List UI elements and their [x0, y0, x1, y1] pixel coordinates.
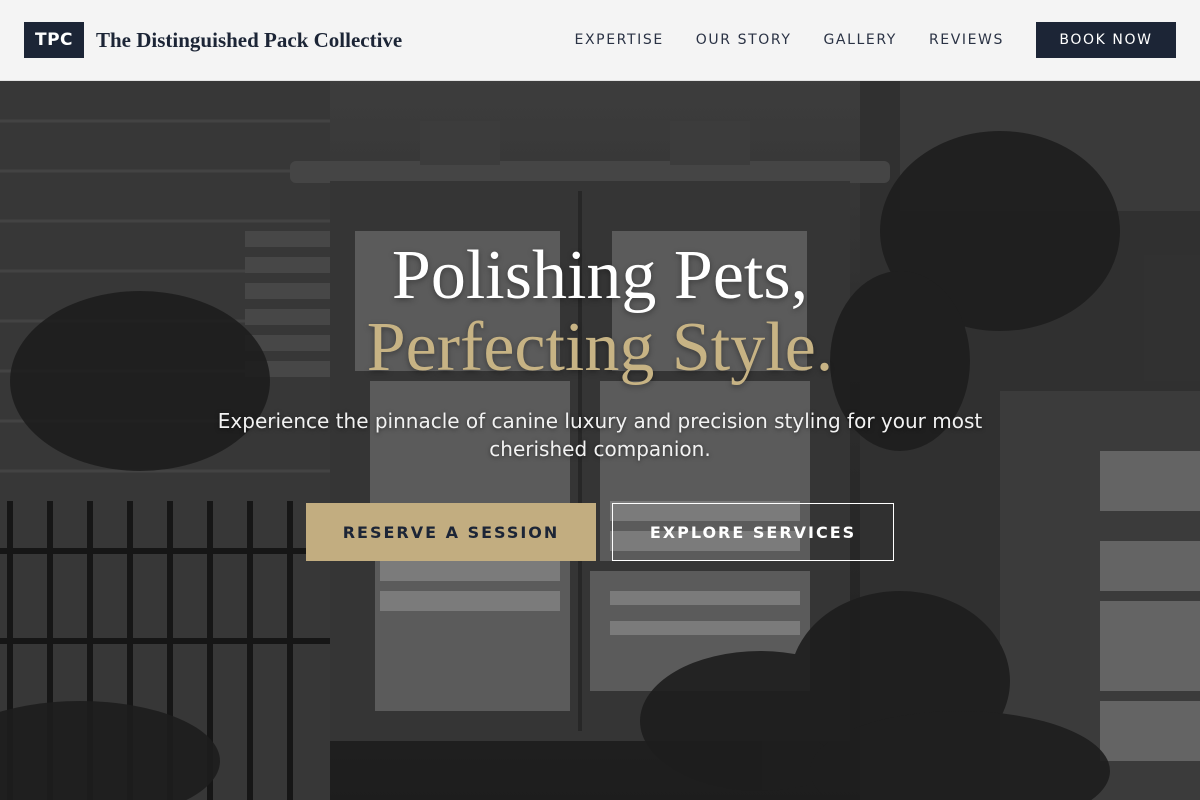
hero-subtitle: Experience the pinnacle of canine luxury… [217, 409, 983, 461]
nav-link-our-story[interactable]: OUR STORY [696, 32, 792, 48]
explore-services-button[interactable]: EXPLORE SERVICES [612, 503, 894, 561]
hero-content: Polishing Pets, Perfecting Style. Experi… [0, 81, 1200, 800]
book-now-button[interactable]: BOOK NOW [1036, 22, 1176, 58]
hero-headline-line2: Perfecting Style. [366, 309, 834, 386]
hero-headline-line1: Polishing Pets, [391, 237, 809, 314]
brand-name[interactable]: The Distinguished Pack Collective [96, 28, 402, 53]
nav-link-reviews[interactable]: REVIEWS [929, 32, 1004, 48]
main-nav: EXPERTISE OUR STORY GALLERY REVIEWS [575, 32, 1004, 48]
hero-section: Polishing Pets, Perfecting Style. Experi… [0, 81, 1200, 800]
brand[interactable]: TPC The Distinguished Pack Collective [24, 22, 402, 58]
nav-link-gallery[interactable]: GALLERY [823, 32, 896, 48]
nav-link-expertise[interactable]: EXPERTISE [575, 32, 664, 48]
logo-badge[interactable]: TPC [24, 22, 84, 58]
site-header: TPC The Distinguished Pack Collective EX… [0, 0, 1200, 81]
reserve-session-button[interactable]: RESERVE A SESSION [306, 503, 596, 561]
